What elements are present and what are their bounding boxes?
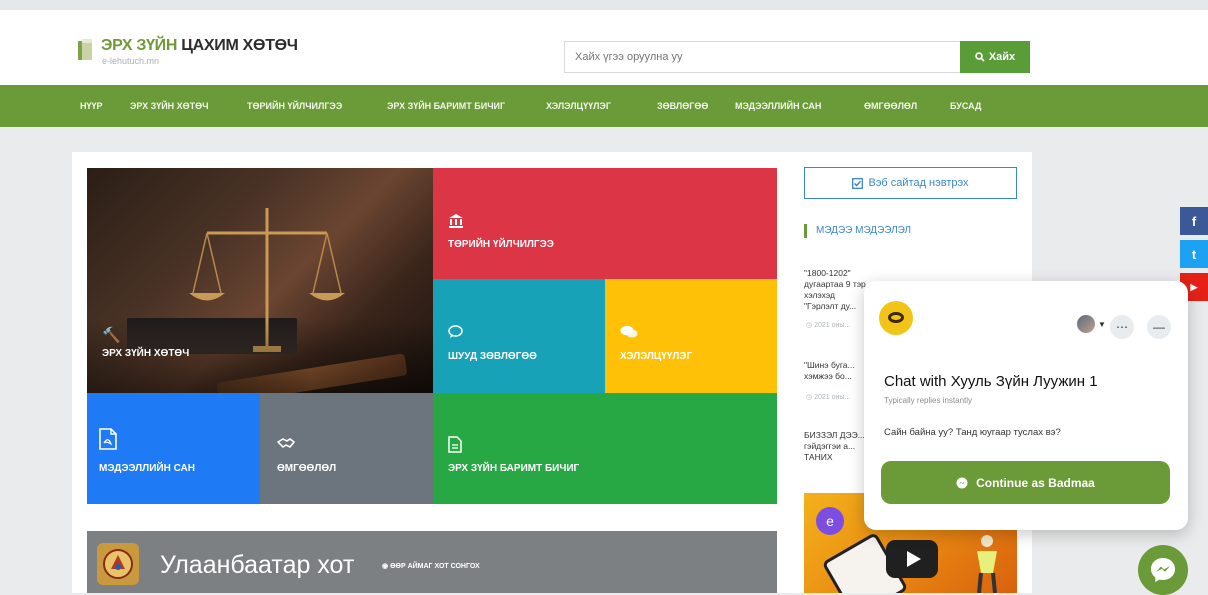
comments-icon bbox=[620, 325, 638, 338]
twitter-icon[interactable]: t bbox=[1180, 240, 1208, 268]
document-icon bbox=[448, 436, 462, 453]
news-item[interactable]: БИЗЗЭЛ ДЭЭ... гэйдэггэи а... ТАНИХ ХЭРЭГ… bbox=[804, 430, 866, 463]
select-city-link[interactable]: ◉ ӨӨР АЙМАГ ХОТ СОНГОХ bbox=[382, 562, 480, 570]
news-item[interactable]: "Шинэ буга... хэмжээ бо... bbox=[804, 360, 866, 382]
tile-live-advice-label: ШУУД ЗӨВЛӨГӨӨ bbox=[448, 351, 537, 362]
tile-public-service-label: ТӨРИЙН ҮЙЛЧИЛГЭЭ bbox=[448, 239, 554, 250]
tile-advocacy-label: ӨМГӨӨЛӨЛ bbox=[277, 463, 337, 474]
nav-item-discussion[interactable]: ХЭЛЭЛЦҮҮЛЭГ bbox=[546, 85, 611, 127]
nav-item-legal-docs[interactable]: ЭРХ ЗҮЙН БАРИМТ БИЧИГ bbox=[387, 85, 505, 127]
news-date-text: 2021 оны... bbox=[814, 322, 851, 329]
person-image bbox=[977, 535, 997, 593]
nav-item-info-bank[interactable]: МЭДЭЭЛЛИЙН САН bbox=[735, 85, 821, 127]
select-city-label: ӨӨР АЙМАГ ХОТ СОНГОХ bbox=[390, 563, 480, 570]
messenger-icon[interactable] bbox=[1138, 545, 1188, 595]
more-options-icon[interactable]: ⋯ bbox=[1110, 315, 1134, 339]
caret-down-icon: ▼ bbox=[1098, 319, 1106, 329]
news-item[interactable]: "1800-1202" дугаартаа 9 тэр хэлэхэд "Гэр… bbox=[804, 268, 866, 312]
news-date-text: 2021 оны... bbox=[814, 394, 851, 401]
chat-bubble-icon bbox=[448, 325, 463, 338]
account-switcher[interactable]: ▼ bbox=[1077, 313, 1109, 335]
bank-icon bbox=[449, 214, 463, 228]
page-logo-icon bbox=[879, 301, 913, 335]
play-icon[interactable] bbox=[886, 540, 938, 578]
pdf-file-icon bbox=[99, 428, 117, 450]
logo-subtitle: e-lehutuch.mn bbox=[102, 56, 160, 66]
chat-widget: ▼ ⋯ — Chat with Хууль Зүйн Луужин 1 Typi… bbox=[864, 281, 1188, 530]
tile-discussion[interactable]: ХЭЛЭЛЦҮҮЛЭГ bbox=[605, 279, 777, 393]
tile-legal-docs[interactable]: ЭРХ ЗҮЙН БАРИМТ БИЧИГ bbox=[433, 393, 777, 504]
gavel-icon: 🔨 bbox=[102, 327, 121, 344]
tile-live-advice[interactable]: ШУУД ЗӨВЛӨГӨӨ bbox=[433, 279, 605, 393]
location-icon: ◉ bbox=[382, 563, 391, 570]
logo-title: ЭРХ ЗҮЙН ЦАХИМ ХӨТӨЧ bbox=[101, 37, 298, 54]
nav-item-other[interactable]: БУСАД bbox=[950, 85, 981, 127]
city-title: Улаанбаатар хот bbox=[160, 551, 355, 579]
chat-greeting: Сайн байна уу? Танд юугаар туслах вэ? bbox=[884, 427, 1061, 438]
tile-legal-docs-label: ЭРХ ЗҮЙН БАРИМТ БИЧИГ bbox=[448, 463, 580, 474]
search-bar: Хайх bbox=[564, 41, 1034, 73]
book-icon bbox=[78, 39, 92, 60]
chat-title: Chat with Хууль Зүйн Луужин 1 bbox=[884, 373, 1098, 390]
nav-item-advocacy[interactable]: ӨМГӨӨЛӨЛ bbox=[864, 85, 917, 127]
avatar bbox=[1077, 315, 1095, 333]
tile-advocacy[interactable]: ӨМГӨӨЛӨЛ bbox=[260, 393, 433, 504]
nav-item-public-service[interactable]: ТӨРИЙН ҮЙЛЧИЛГЭЭ bbox=[247, 85, 342, 127]
site-login-button[interactable]: Вэб сайтад нэвтрэх bbox=[804, 167, 1017, 199]
facebook-icon[interactable]: f bbox=[1180, 207, 1208, 235]
news-section-title: МЭДЭЭ МЭДЭЭЛЭЛ bbox=[816, 225, 912, 236]
site-logo[interactable]: ЭРХ ЗҮЙН ЦАХИМ ХӨТӨЧ e-lehutuch.mn bbox=[68, 33, 298, 73]
messenger-small-icon bbox=[956, 477, 968, 488]
channel-avatar: e bbox=[816, 507, 844, 535]
news-date: ◷ 2021 оны... bbox=[806, 393, 866, 401]
search-input[interactable] bbox=[564, 41, 960, 73]
clock-icon: ◷ bbox=[806, 394, 815, 401]
tile-discussion-label: ХЭЛЭЛЦҮҮЛЭГ bbox=[620, 351, 693, 362]
chat-subtitle: Typically replies instantly bbox=[884, 396, 973, 405]
tile-legal-guide-label: ЭРХ ЗҮЙН ХӨТӨЧ bbox=[102, 348, 190, 359]
search-button-label: Хайх bbox=[988, 51, 1016, 63]
nav-item-legal-guide[interactable]: ЭРХ ЗҮЙН ХӨТӨЧ bbox=[130, 85, 209, 127]
tile-info-bank[interactable]: МЭДЭЭЛЛИЙН САН bbox=[87, 393, 260, 504]
nav-item-advice[interactable]: ЗӨВЛӨГӨӨ bbox=[657, 85, 708, 127]
city-emblem-icon bbox=[97, 543, 139, 585]
section-accent bbox=[804, 224, 807, 238]
checkbox-icon bbox=[852, 177, 864, 189]
news-date: ◷ 2021 оны... bbox=[806, 321, 866, 329]
top-strip bbox=[0, 0, 1208, 10]
minimize-icon[interactable]: — bbox=[1147, 315, 1171, 339]
tile-public-service[interactable]: ТӨРИЙН ҮЙЛЧИЛГЭЭ bbox=[433, 168, 777, 279]
search-button[interactable]: Хайх bbox=[960, 41, 1030, 73]
site-login-label: Вэб сайтад нэвтрэх bbox=[868, 177, 969, 189]
clock-icon: ◷ bbox=[806, 322, 815, 329]
continue-button[interactable]: Continue as Badmaa bbox=[881, 461, 1170, 504]
tile-info-bank-label: МЭДЭЭЛЛИЙН САН bbox=[99, 463, 195, 474]
nav-item-home[interactable]: НҮҮР bbox=[80, 85, 103, 127]
search-icon bbox=[975, 52, 985, 62]
site-header: ЭРХ ЗҮЙН ЦАХИМ ХӨТӨЧ e-lehutuch.mn Хайх bbox=[0, 10, 1208, 85]
handshake-icon bbox=[277, 438, 295, 449]
main-nav: НҮҮР ЭРХ ЗҮЙН ХӨТӨЧ ТӨРИЙН ҮЙЛЧИЛГЭЭ ЭРХ… bbox=[0, 85, 1208, 127]
city-banner: Улаанбаатар хот ◉ ӨӨР АЙМАГ ХОТ СОНГОХ bbox=[87, 531, 777, 593]
continue-button-label: Continue as Badmaa bbox=[976, 475, 1095, 490]
tile-legal-guide[interactable]: 🔨 ЭРХ ЗҮЙН ХӨТӨЧ bbox=[87, 168, 433, 393]
